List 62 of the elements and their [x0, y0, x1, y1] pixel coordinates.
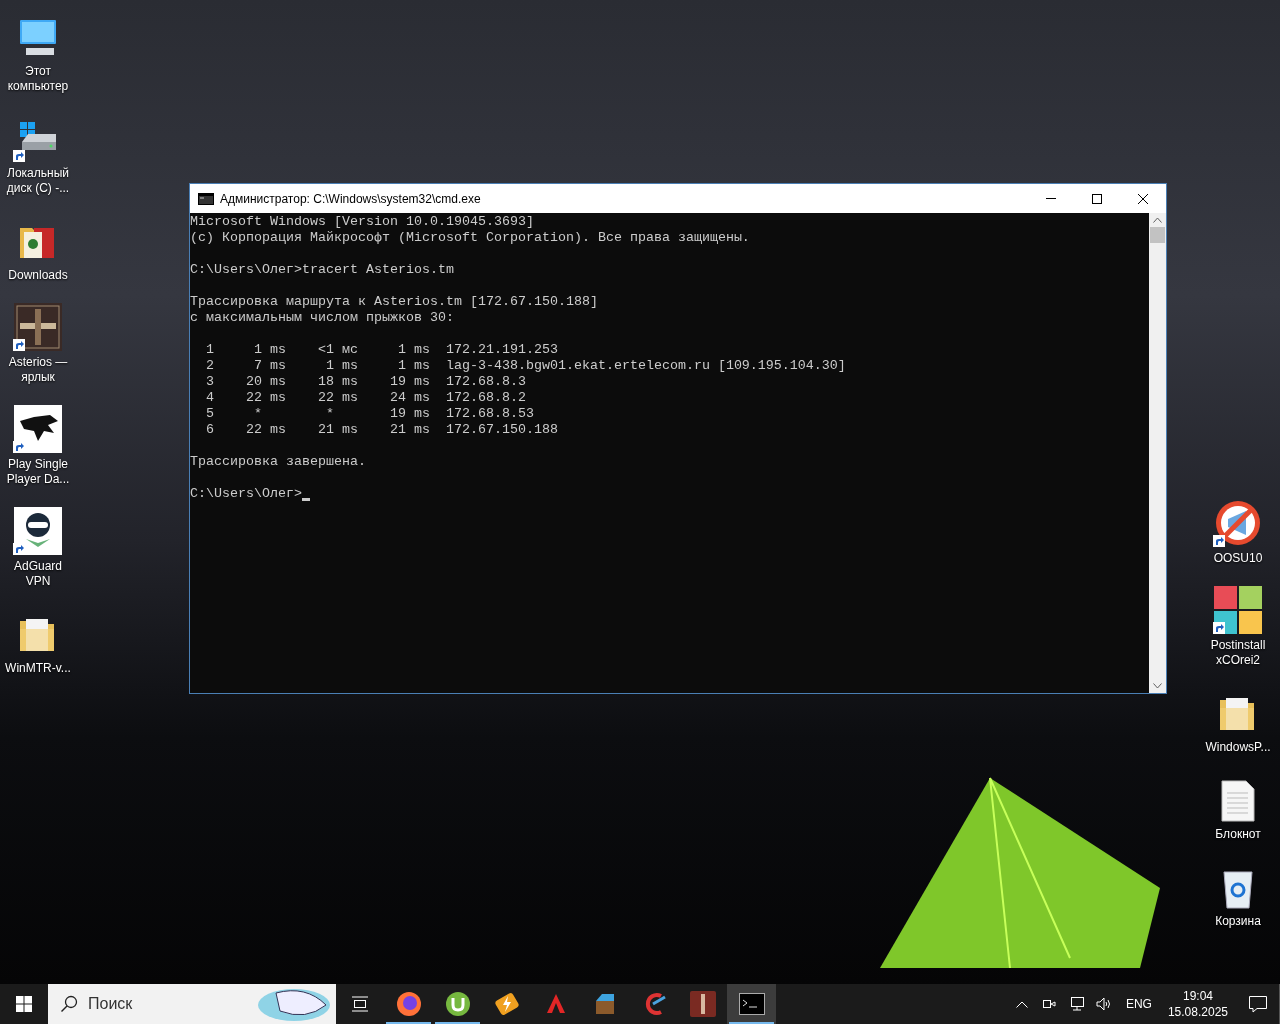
desktop-icon-label[interactable]: Postinstall xCOrei2 — [1210, 638, 1266, 668]
shortcut-arrow-icon — [1213, 622, 1225, 634]
command-prompt: C:\Users\Олег> — [190, 486, 302, 502]
task-view-icon — [351, 996, 369, 1012]
desktop-icon-label[interactable]: WinMTR-v... — [5, 661, 71, 676]
scroll-up-icon — [1153, 217, 1162, 223]
console-line: 6 22 ms 21 ms 21 ms 172.67.150.188 — [205, 422, 558, 438]
desktop-icon-label[interactable]: Asterios — ярлык — [8, 355, 68, 385]
desktop-icon-label[interactable]: Этот компьютер — [7, 64, 69, 94]
close-icon — [1138, 193, 1148, 204]
terminal-icon — [198, 192, 214, 205]
language-indicator[interactable]: ENG — [1125, 995, 1152, 1013]
desktop-icon-label[interactable]: OOSU10 — [1213, 551, 1263, 566]
shortcut-arrow-icon — [13, 441, 25, 453]
clock-time: 19:04 — [1182, 988, 1213, 1004]
terminal-icon — [738, 993, 765, 1015]
windows-logo-icon — [16, 996, 32, 1012]
fox-globe-icon — [395, 991, 422, 1017]
clock-date: 15.08.2025 — [1167, 1004, 1228, 1020]
console-line: Microsoft Windows [Version 10.0.19045.3693] — [190, 214, 534, 230]
desktop-icon-label[interactable]: WindowsP... — [1205, 740, 1271, 755]
scrollbar[interactable] — [1149, 213, 1166, 693]
desktop-icon-label[interactable]: Локальный диск (C) -... — [6, 166, 70, 196]
desktop-icon-label[interactable]: Play Single Player Da... — [6, 457, 70, 487]
taskbar-app-button[interactable] — [727, 984, 776, 1024]
tiles-icon — [1214, 586, 1262, 634]
scroll-thumb[interactable] — [1150, 227, 1165, 243]
console-line: (c) Корпорация Майкрософт (Microsoft Corporation). Все права защищены. — [190, 230, 750, 246]
console-line: с максимальным числом прыжков 30: — [190, 310, 454, 326]
torrent-icon — [444, 991, 471, 1017]
maximize-icon — [1092, 193, 1102, 204]
desktop-icon-label[interactable]: AdGuard VPN — [14, 559, 62, 589]
console-line: C:\Users\Олег>tracert Asterios.tm — [190, 262, 454, 278]
chevron-up-icon[interactable] — [1015, 1000, 1028, 1008]
shortcut-arrow-icon — [13, 543, 25, 555]
shortcut-arrow-icon — [13, 150, 25, 162]
desktop-icon-label[interactable]: Корзина — [1215, 914, 1261, 929]
shortcut-arrow-icon — [13, 339, 25, 351]
search-box[interactable]: Поиск — [48, 984, 336, 1024]
document-icon — [1218, 779, 1258, 823]
search-field[interactable]: Поиск — [88, 992, 228, 1016]
desktop-icon-label[interactable]: Блокнот — [1215, 827, 1261, 842]
shortcut-arrow-icon — [1213, 535, 1225, 547]
console-line: 5 * * 19 ms 172.68.8.53 — [205, 406, 534, 422]
console-line: 2 7 ms 1 ms 1 ms lag-3-438.bgw01.ekat.ertelecom.ru [109.195.104.30] — [205, 358, 846, 374]
window-title: Администратор: C:\Windows\system32\cmd.exe — [220, 190, 481, 208]
search-icon — [60, 995, 78, 1013]
console-line: Трассировка маршрута к Asterios.tm [172.67.150.188] — [190, 294, 598, 310]
console-line: 1 1 ms <1 мс 1 ms 172.21.191.253 — [205, 342, 558, 358]
console-line: 4 22 ms 22 ms 24 ms 172.68.8.2 — [205, 390, 526, 406]
scroll-down-icon — [1153, 683, 1162, 689]
clock[interactable]: 19:04 15.08.2025 — [1167, 988, 1228, 1020]
console-line: 3 20 ms 18 ms 19 ms 172.68.8.3 — [205, 374, 526, 390]
desktop-icon-label[interactable]: Downloads — [8, 268, 68, 283]
speaker-icon[interactable] — [1095, 997, 1112, 1011]
ninja-shield-icon — [14, 507, 62, 555]
text-cursor — [302, 498, 310, 501]
console-line: Трассировка завершена. — [190, 454, 366, 470]
blocked-megaphone-icon — [1214, 499, 1262, 547]
dragon-icon — [14, 405, 62, 453]
minimize-icon — [1046, 198, 1056, 199]
speech-bubble-icon — [1248, 995, 1267, 1013]
